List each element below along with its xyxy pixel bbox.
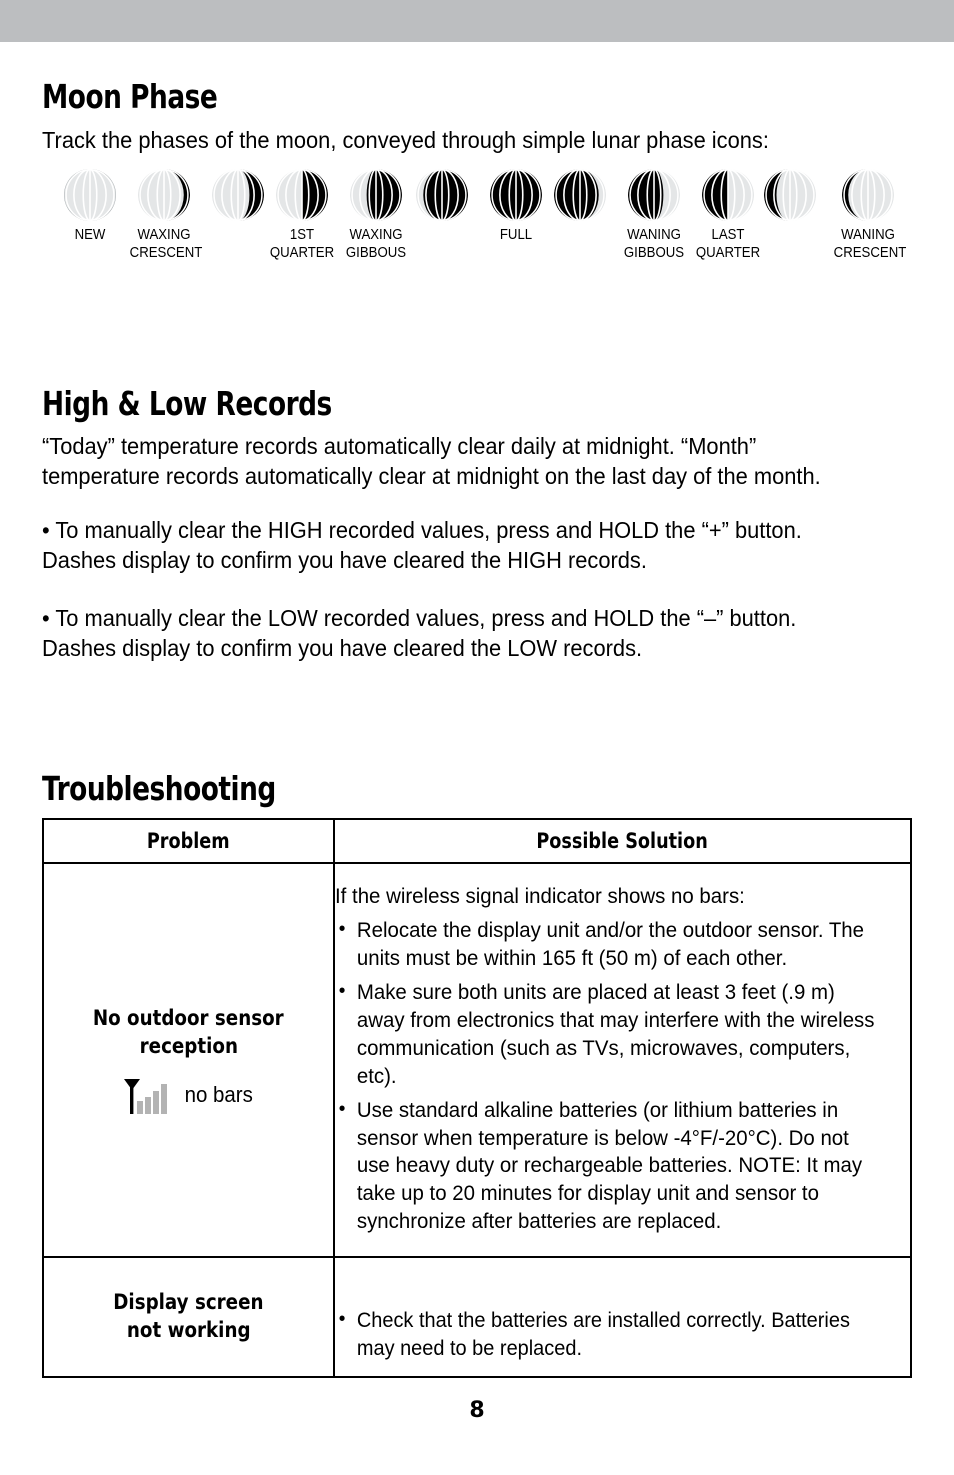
page-content: Moon Phase Track the phases of the moon,… bbox=[0, 42, 954, 1475]
moon-icon-first-quarter: 1ST QUARTER bbox=[263, 168, 341, 263]
moon-icon-label: LAST QUARTER bbox=[695, 225, 761, 262]
moon-phase-icon-row: NEW WAXING CRESCENT 1ST QUARTER WAXING GIBB… bbox=[42, 168, 922, 281]
waning-gibbous-late-icon bbox=[628, 168, 680, 221]
problem-cell: No outdoor sensor reception no bars bbox=[42, 861, 335, 1258]
column-header-problem: Problem bbox=[42, 817, 335, 864]
moon-icon-label: WAXING GIBBOUS bbox=[345, 225, 407, 262]
moon-icon-waxing-crescent-early: WAXING CRESCENT bbox=[125, 168, 203, 263]
solution-lead-text: If the wireless signal indicator shows n… bbox=[335, 884, 745, 909]
solution-bullet-list: Check that the batteries are installed c… bbox=[335, 1306, 910, 1362]
records-paragraph: “Today” temperature records automaticall… bbox=[42, 432, 821, 489]
moon-phase-heading: Moon Phase bbox=[42, 77, 218, 116]
no-bars-caption: no bars bbox=[184, 1081, 253, 1107]
page-top-band bbox=[0, 0, 954, 42]
moon-icon-label: WANING CRESCENT bbox=[833, 225, 907, 262]
moon-icon-waning-crescent-late: WANING CRESCENT bbox=[829, 168, 907, 263]
signal-indicator-group: no bars bbox=[44, 1075, 333, 1115]
solution-cell: If the wireless signal indicator shows n… bbox=[333, 861, 912, 1258]
moon-icon-label: WANING GIBBOUS bbox=[623, 225, 685, 262]
new-moon-icon bbox=[64, 168, 116, 221]
page-number: 8 bbox=[469, 1398, 485, 1423]
solution-bullet-item: Relocate the display unit and/or the out… bbox=[335, 916, 881, 973]
signal-bars-icon bbox=[123, 1078, 167, 1114]
solution-bullet-item: Check that the batteries are installed c… bbox=[335, 1306, 881, 1362]
records-bullet-high: • To manually clear the HIGH recorded va… bbox=[42, 516, 802, 573]
table-row: Display screennot working Check that the … bbox=[42, 1255, 912, 1378]
troubleshooting-heading: Troubleshooting bbox=[42, 769, 276, 808]
moon-icon-label: 1ST QUARTER bbox=[269, 225, 335, 262]
solution-bullet-item: Make sure both units are placed at least… bbox=[335, 978, 881, 1091]
first-quarter-icon bbox=[276, 168, 328, 221]
column-header-possible-solution: Possible Solution bbox=[333, 817, 912, 864]
moon-icon-label: WAXING CRESCENT bbox=[129, 225, 203, 262]
solution-bullet-item: Use standard alkaline batteries (or lith… bbox=[335, 1096, 881, 1237]
moon-icon-waning-gibbous-late: WANING GIBBOUS bbox=[615, 168, 693, 263]
table-header-row: Problem Possible Solution bbox=[42, 817, 912, 864]
solution-cell: Check that the batteries are installed c… bbox=[333, 1255, 912, 1378]
waxing-crescent-late-icon bbox=[212, 168, 264, 221]
waxing-crescent-early-icon bbox=[138, 168, 190, 221]
waning-crescent-late-icon bbox=[842, 168, 894, 221]
table-body: No outdoor sensor reception no bars If the … bbox=[42, 861, 912, 1378]
waxing-gibbous-late-icon bbox=[416, 168, 468, 221]
moon-icon-label: FULL bbox=[499, 225, 533, 243]
last-quarter-icon bbox=[702, 168, 754, 221]
moon-icon-waxing-gibbous-late bbox=[403, 168, 481, 226]
waxing-gibbous-early-icon bbox=[350, 168, 402, 221]
waning-crescent-early-icon bbox=[764, 168, 816, 221]
troubleshooting-section: Troubleshooting Problem Possible Solutio… bbox=[42, 769, 912, 1378]
column-header-problem-label: Problem bbox=[147, 828, 230, 853]
moon-icon-waning-crescent-early bbox=[751, 168, 829, 226]
high-low-records-heading: High & Low Records bbox=[42, 384, 332, 423]
problem-title: Display screen not working bbox=[113, 1289, 264, 1343]
records-bullet-low: • To manually clear the LOW recorded val… bbox=[42, 604, 797, 662]
problem-cell: Display screen not working bbox=[42, 1255, 335, 1378]
moon-phase-section: Moon Phase Track the phases of the moon,… bbox=[42, 77, 922, 281]
column-header-possible-solution-label: Possible Solution bbox=[536, 828, 709, 853]
moon-icon-new-moon: NEW bbox=[51, 168, 129, 245]
moon-icon-waning-gibbous-early bbox=[541, 168, 619, 226]
moon-phase-intro: Track the phases of the moon, conveyed t… bbox=[42, 126, 769, 153]
full-moon-icon bbox=[490, 168, 542, 221]
solution-bullet-list: Relocate the display unit and/or the out… bbox=[335, 916, 910, 1237]
table-row: No outdoor sensor reception no bars If the … bbox=[42, 861, 912, 1258]
moon-icon-label: NEW bbox=[74, 225, 106, 243]
high-low-records-section: High & Low Records “Today” temperature r… bbox=[42, 384, 922, 663]
problem-title: No outdoor sensor reception bbox=[93, 1005, 284, 1059]
waning-gibbous-early-icon bbox=[554, 168, 606, 221]
troubleshooting-table: Problem Possible Solution No outdoor sen… bbox=[42, 817, 912, 1378]
